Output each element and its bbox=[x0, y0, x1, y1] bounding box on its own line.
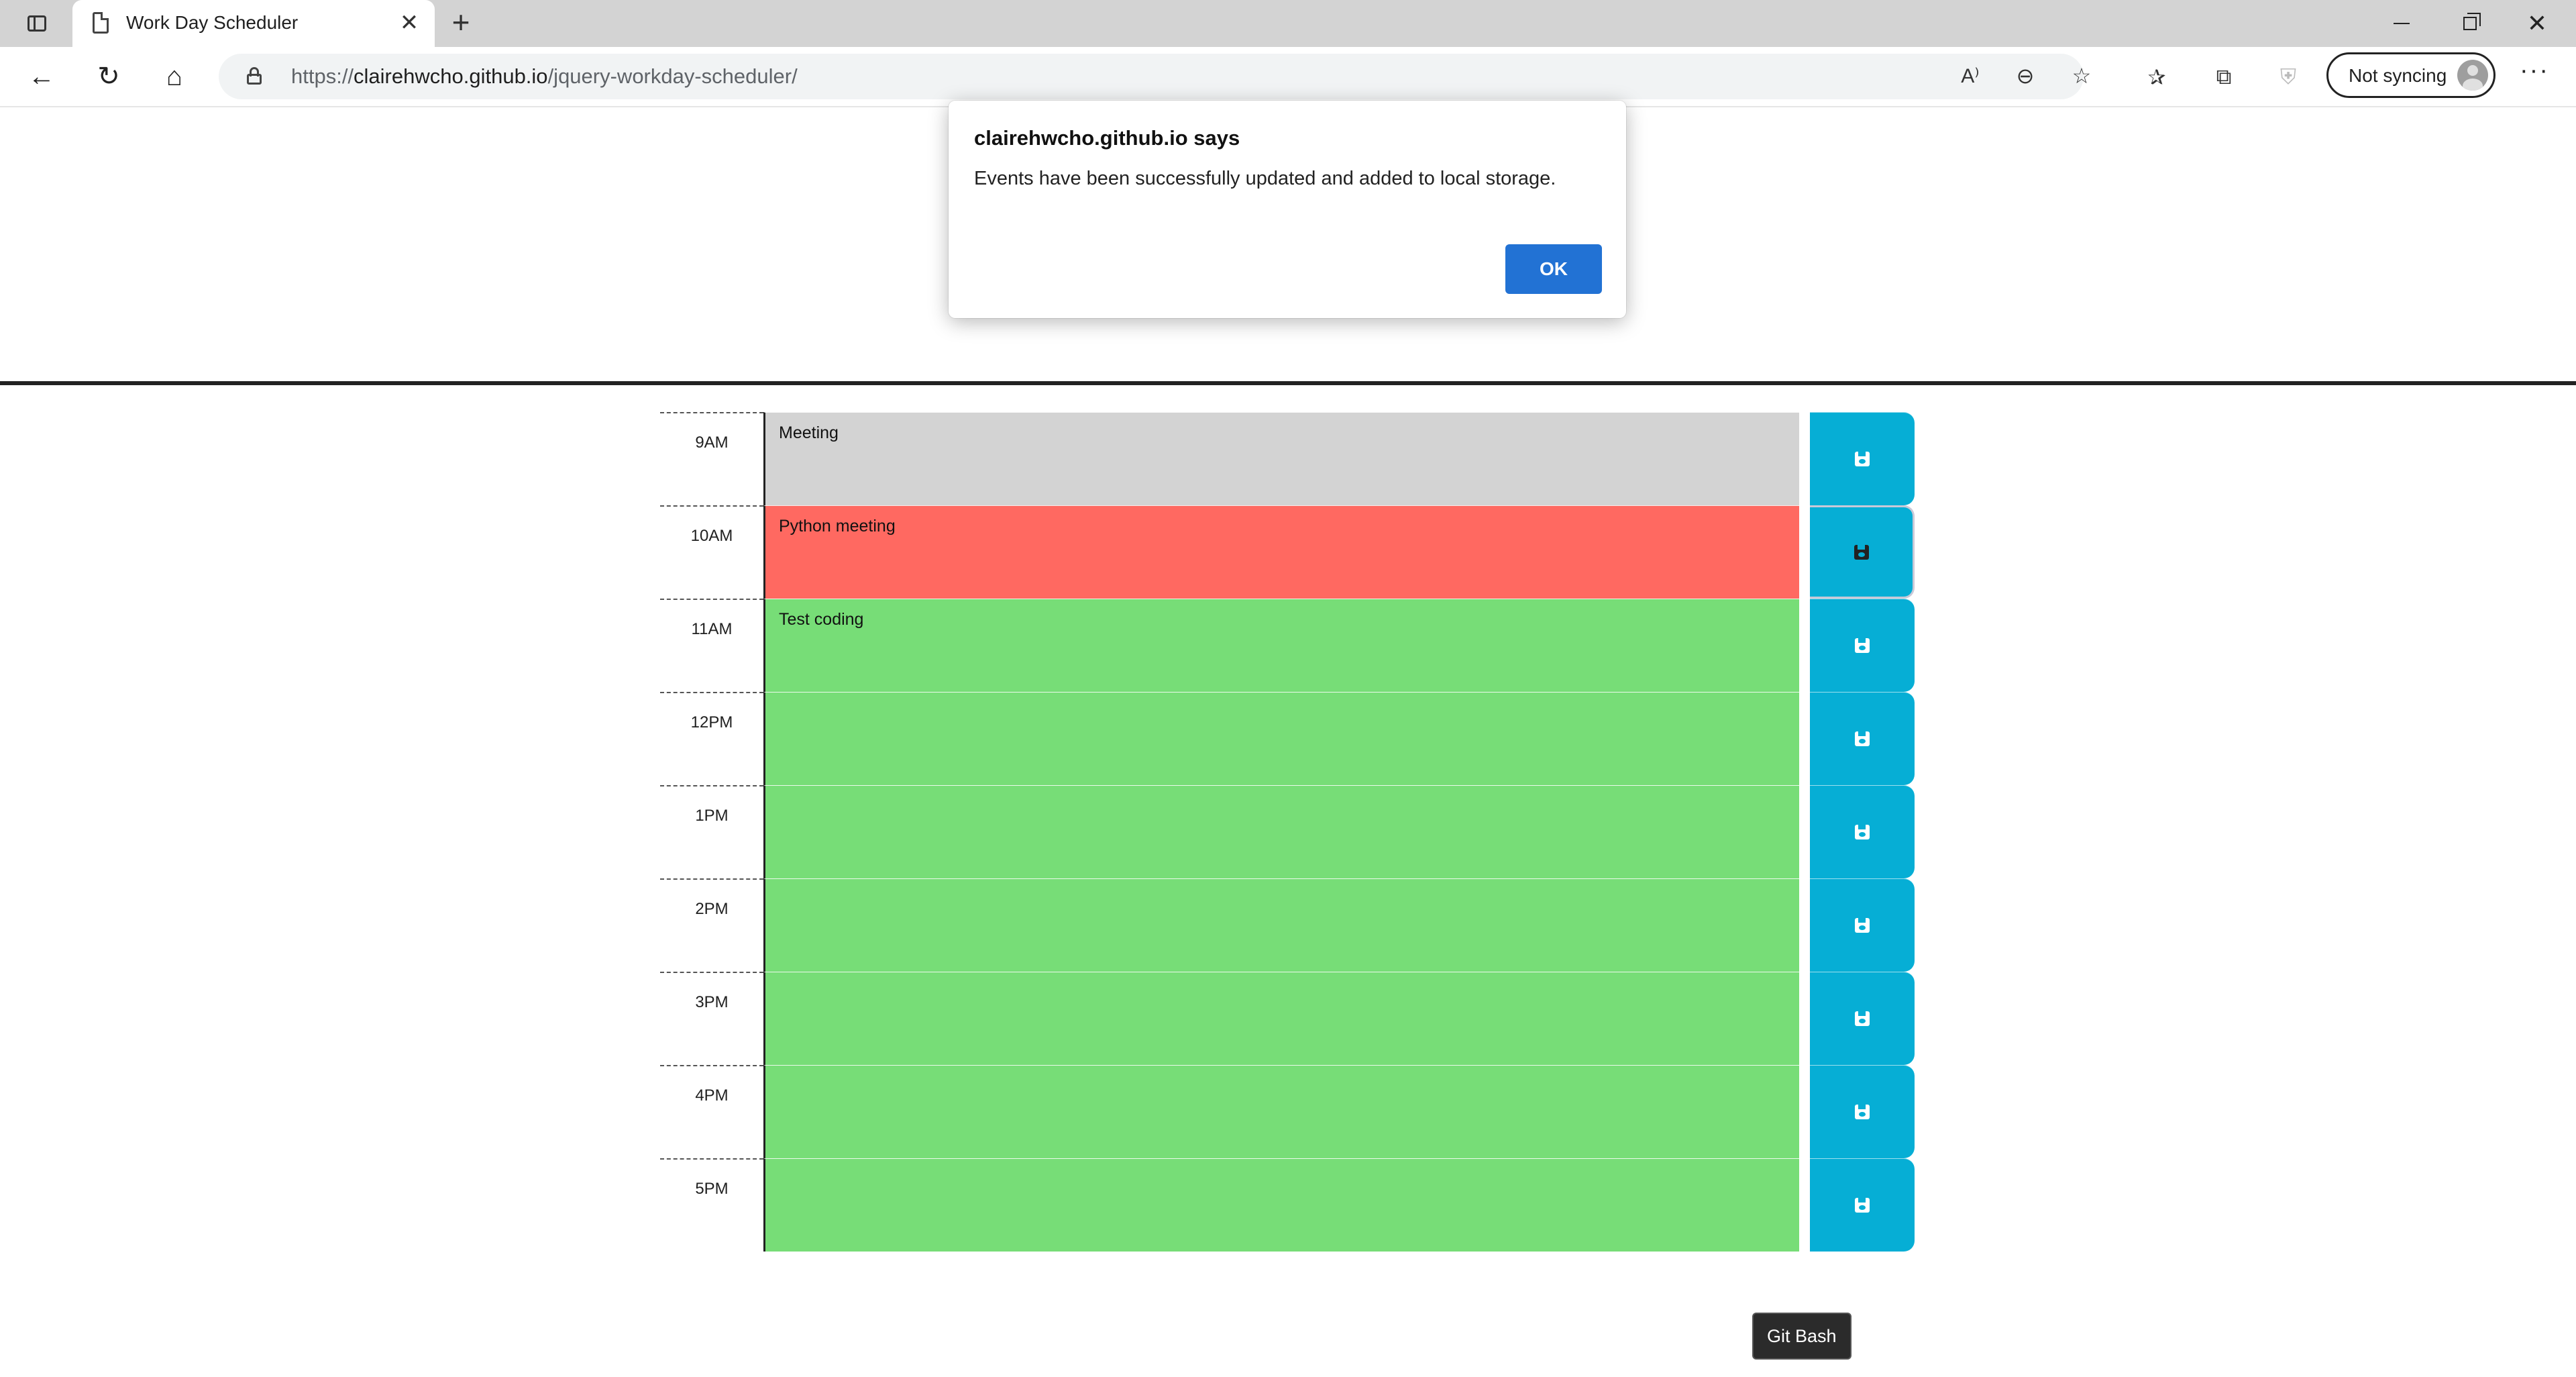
save-icon bbox=[1855, 1105, 1870, 1119]
time-block-list: 9AM Meeting 10AM Python meeting 11AM Tes… bbox=[660, 412, 1916, 1252]
event-description[interactable]: Meeting bbox=[763, 412, 1799, 505]
save-button[interactable] bbox=[1810, 785, 1915, 878]
time-block-row: 5PM bbox=[660, 1158, 1916, 1252]
sync-status-label: Not syncing bbox=[2349, 65, 2447, 86]
minimize-icon bbox=[2394, 23, 2410, 24]
lock-icon[interactable] bbox=[247, 67, 262, 85]
zoom-icon[interactable]: ⊖ bbox=[2008, 59, 2042, 93]
dialog-message: Events have been successfully updated an… bbox=[974, 168, 1556, 189]
event-description[interactable] bbox=[763, 785, 1799, 878]
save-icon bbox=[1855, 918, 1870, 933]
save-icon bbox=[1855, 731, 1870, 746]
save-button[interactable] bbox=[1810, 599, 1915, 692]
time-block-row: 10AM Python meeting bbox=[660, 505, 1916, 599]
event-description[interactable] bbox=[763, 972, 1799, 1065]
favorites-icon[interactable]: ✰ bbox=[2140, 60, 2174, 94]
hour-label: 5PM bbox=[660, 1158, 763, 1252]
save-button[interactable] bbox=[1810, 692, 1915, 785]
save-icon bbox=[1855, 825, 1870, 839]
restore-icon bbox=[2463, 13, 2481, 30]
event-description[interactable] bbox=[763, 878, 1799, 972]
minimize-button[interactable] bbox=[2381, 7, 2422, 40]
time-block-row: 1PM bbox=[660, 785, 1916, 878]
event-description[interactable]: Test coding bbox=[763, 599, 1799, 692]
home-icon[interactable]: ⌂ bbox=[158, 60, 191, 93]
event-description[interactable] bbox=[763, 692, 1799, 785]
sidebar-icon bbox=[28, 15, 46, 32]
url-host: clairehwcho.github.io bbox=[354, 64, 548, 88]
avatar bbox=[2457, 60, 2488, 91]
restore-button[interactable] bbox=[2450, 7, 2490, 40]
hour-label: 12PM bbox=[660, 692, 763, 785]
add-favorite-icon[interactable]: ☆ bbox=[2065, 59, 2098, 93]
hour-label: 2PM bbox=[660, 878, 763, 972]
profile-sync-button[interactable]: Not syncing bbox=[2326, 52, 2496, 98]
hour-label: 9AM bbox=[660, 412, 763, 505]
url-prefix: https:// bbox=[291, 64, 354, 88]
dialog-title: clairehwcho.github.io says bbox=[974, 126, 1240, 150]
url-text[interactable]: https://clairehwcho.github.io/jquery-wor… bbox=[291, 64, 798, 89]
save-button[interactable] bbox=[1810, 412, 1915, 505]
time-block-row: 11AM Test coding bbox=[660, 599, 1916, 692]
time-block-row: 2PM bbox=[660, 878, 1916, 972]
save-button[interactable] bbox=[1810, 1158, 1915, 1252]
time-block-row: 3PM bbox=[660, 972, 1916, 1065]
save-icon bbox=[1854, 544, 1869, 560]
address-bar[interactable]: https://clairehwcho.github.io/jquery-wor… bbox=[219, 54, 2091, 99]
save-icon bbox=[1855, 1011, 1870, 1026]
hour-label: 1PM bbox=[660, 785, 763, 878]
save-icon bbox=[1855, 1198, 1870, 1213]
more-menu-icon[interactable]: ··· bbox=[2516, 58, 2553, 93]
tab-work-day-scheduler[interactable]: Work Day Scheduler ✕ bbox=[72, 0, 435, 47]
tab-title: Work Day Scheduler bbox=[126, 12, 299, 33]
git-bash-tooltip: Git Bash bbox=[1752, 1313, 1851, 1360]
close-tab-icon[interactable]: ✕ bbox=[396, 9, 423, 36]
ok-button[interactable]: OK bbox=[1505, 244, 1602, 294]
event-description[interactable] bbox=[763, 1158, 1799, 1252]
tab-bar: Work Day Scheduler ✕ + ✕ bbox=[0, 0, 2576, 47]
save-icon bbox=[1855, 638, 1870, 653]
time-block-row: 4PM bbox=[660, 1065, 1916, 1158]
event-description[interactable]: Python meeting bbox=[763, 505, 1799, 599]
save-button[interactable] bbox=[1810, 1065, 1915, 1158]
save-button[interactable] bbox=[1810, 878, 1915, 972]
alert-dialog: clairehwcho.github.io says Events have b… bbox=[949, 101, 1626, 318]
hour-label: 11AM bbox=[660, 599, 763, 692]
browser-toolbar: ← ↻ ⌂ https://clairehwcho.github.io/jque… bbox=[0, 47, 2576, 107]
time-block-row: 12PM bbox=[660, 692, 1916, 785]
tab-actions-menu-button[interactable] bbox=[23, 9, 51, 38]
time-block-row: 9AM Meeting bbox=[660, 412, 1916, 505]
url-path: /jquery-workday-scheduler/ bbox=[547, 64, 798, 88]
refresh-icon[interactable]: ↻ bbox=[93, 60, 125, 93]
collections-icon[interactable]: ⧉ bbox=[2207, 60, 2241, 94]
hour-label: 4PM bbox=[660, 1065, 763, 1158]
header-divider bbox=[0, 381, 2576, 385]
save-button[interactable] bbox=[1810, 972, 1915, 1065]
read-aloud-icon[interactable]: A⁾ bbox=[1953, 59, 1987, 93]
hour-label: 3PM bbox=[660, 972, 763, 1065]
hour-label: 10AM bbox=[660, 505, 763, 599]
page-icon bbox=[93, 12, 109, 34]
back-icon[interactable]: ← bbox=[25, 60, 58, 93]
save-button[interactable] bbox=[1810, 505, 1915, 599]
save-icon bbox=[1855, 452, 1870, 466]
close-window-button[interactable]: ✕ bbox=[2517, 7, 2557, 40]
new-tab-button[interactable]: + bbox=[445, 7, 476, 39]
browser-essentials-icon[interactable]: ⛨ bbox=[2271, 60, 2305, 94]
event-description[interactable] bbox=[763, 1065, 1799, 1158]
